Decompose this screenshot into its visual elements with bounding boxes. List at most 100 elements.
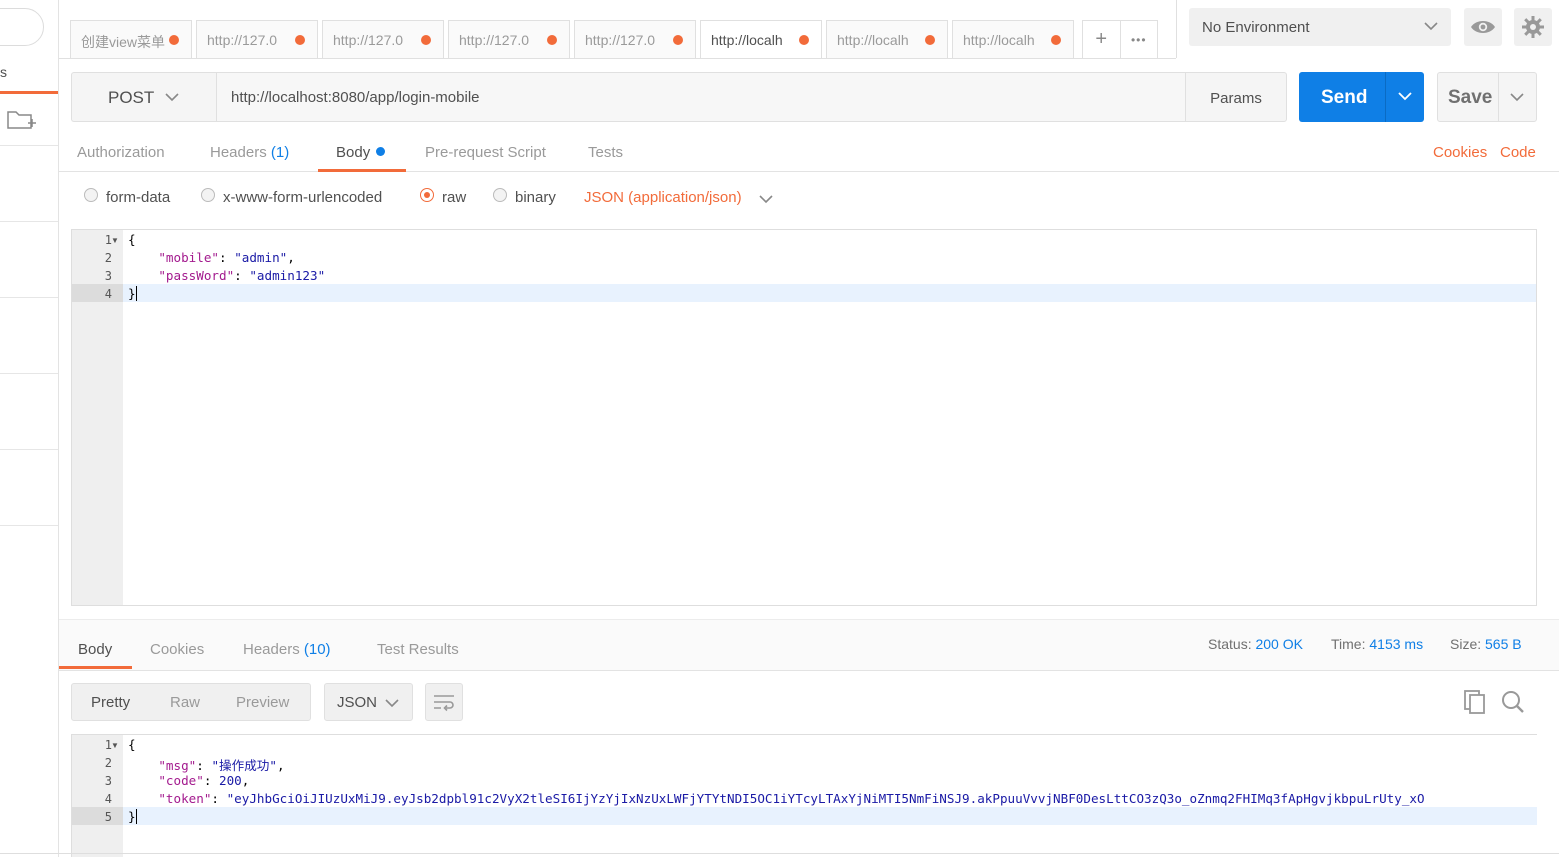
chevron-down-icon[interactable] — [758, 191, 774, 212]
radio-raw-selected[interactable] — [420, 188, 434, 202]
tabs-divider — [59, 58, 1176, 59]
line-number: 1 — [104, 233, 112, 247]
response-format-label: JSON — [337, 694, 378, 711]
tab-label: http://127.0 — [333, 32, 404, 48]
radio-label: binary — [515, 189, 556, 206]
new-tab-plus-icon[interactable]: + — [1083, 21, 1121, 58]
tab-headers-label: Headers — [210, 144, 267, 161]
text-cursor — [135, 809, 137, 824]
request-tab[interactable]: http://127.0 — [322, 20, 444, 58]
tab-label: http://localh — [711, 32, 783, 48]
json-string: "eyJhbGciOiJIUzUxMiJ9.eyJsb2dpbl91c2VyX2… — [226, 791, 1425, 806]
response-tab-headers[interactable]: Headers (10) — [243, 641, 331, 658]
fold-arrow-icon[interactable]: ▼ — [111, 236, 119, 245]
request-body-editor[interactable]: 1 ▼ 2 3 4 { "mobile": "admin", "passWord… — [71, 229, 1537, 606]
fold-arrow-icon[interactable]: ▼ — [111, 741, 119, 750]
status-value[interactable]: 200 OK — [1255, 636, 1302, 652]
cookies-link[interactable]: Cookies — [1433, 144, 1487, 161]
code-line: { — [128, 737, 136, 752]
sidebar-tab-label[interactable]: s — [0, 64, 7, 80]
tab-label: http://localh — [963, 32, 1035, 48]
request-tab[interactable]: http://localh — [826, 20, 948, 58]
send-button[interactable]: Send — [1299, 72, 1424, 122]
radio-binary[interactable] — [493, 188, 507, 202]
save-options-chevron-down-icon[interactable] — [1509, 89, 1525, 111]
radio-urlencoded[interactable] — [201, 188, 215, 202]
tab-headers[interactable]: Headers (1) — [210, 144, 289, 161]
line-number: 4 — [104, 792, 112, 806]
request-tab[interactable]: http://127.0 — [448, 20, 570, 58]
response-tab-test-results[interactable]: Test Results — [377, 641, 459, 658]
send-options-chevron-down-icon[interactable] — [1397, 88, 1413, 110]
code-line: "code": 200, — [158, 773, 250, 788]
new-collection-icon[interactable] — [4, 106, 38, 134]
wrap-lines-icon[interactable] — [425, 683, 463, 721]
request-tab[interactable]: http://localh — [952, 20, 1074, 58]
http-method-select[interactable]: POST — [71, 72, 217, 122]
response-tab-cookies[interactable]: Cookies — [150, 641, 204, 658]
view-raw-button[interactable]: Raw — [170, 694, 200, 711]
tab-prerequest-script[interactable]: Pre-request Script — [425, 144, 546, 161]
view-preview-button[interactable]: Preview — [236, 694, 289, 711]
response-view-mode-group: Pretty Raw Preview — [71, 683, 311, 721]
code-link[interactable]: Code — [1500, 144, 1536, 161]
time-readout: Time: 4153 ms — [1331, 636, 1423, 652]
time-value[interactable]: 4153 ms — [1369, 636, 1423, 652]
line-number: 2 — [104, 756, 112, 770]
code-line: } — [128, 809, 137, 824]
chevron-down-icon — [164, 89, 180, 110]
unsaved-dot-icon — [169, 35, 179, 45]
sidebar-divider — [0, 145, 58, 146]
request-tab[interactable]: http://127.0 — [574, 20, 696, 58]
code-line: "passWord": "admin123" — [158, 268, 326, 283]
request-tab[interactable]: 创建view菜单 — [70, 20, 192, 58]
content-type-select[interactable]: JSON (application/json) — [584, 189, 742, 206]
headers-count: (1) — [270, 144, 290, 161]
manage-environments-gear-icon[interactable] — [1514, 8, 1552, 46]
tab-tests[interactable]: Tests — [588, 144, 623, 161]
send-split-divider — [1385, 72, 1386, 122]
code-line: "msg": "操作成功", — [158, 758, 285, 773]
radio-label: x-www-form-urlencoded — [223, 189, 383, 206]
tab-body[interactable]: Body — [336, 144, 386, 161]
sidebar-divider — [0, 525, 58, 526]
sidebar-search-input[interactable] — [0, 8, 44, 46]
response-tab-body[interactable]: Body — [78, 641, 112, 658]
body-modified-dot-icon — [376, 147, 386, 156]
tab-label: http://localh — [837, 32, 909, 48]
size-readout: Size: 565 B — [1450, 636, 1522, 652]
request-url-input[interactable]: http://localhost:8080/app/login-mobile — [216, 72, 1186, 122]
request-tab[interactable]: http://127.0 — [196, 20, 318, 58]
request-tab-active[interactable]: http://localh — [700, 20, 822, 59]
save-button[interactable]: Save — [1437, 72, 1537, 122]
params-button[interactable]: Params — [1185, 72, 1287, 122]
size-value[interactable]: 565 B — [1485, 636, 1522, 652]
tab-body-label: Body — [336, 144, 371, 161]
more-tabs-ellipsis-icon[interactable]: ••• — [1121, 21, 1158, 58]
active-response-tab-underline — [59, 666, 132, 669]
line-number: 2 — [104, 251, 112, 265]
view-pretty-button[interactable]: Pretty — [91, 694, 130, 711]
radio-form-data[interactable] — [84, 188, 98, 202]
save-label: Save — [1448, 87, 1493, 108]
response-format-select[interactable]: JSON — [324, 683, 413, 721]
save-split-divider — [1498, 73, 1499, 121]
active-tab-underline — [318, 169, 406, 172]
sidebar-divider — [0, 373, 58, 374]
unsaved-dot-icon — [547, 35, 557, 45]
environment-quick-look-eye-icon[interactable] — [1464, 8, 1502, 46]
status-label: Status: — [1208, 636, 1252, 652]
environment-select[interactable]: No Environment — [1189, 8, 1451, 46]
response-body-viewer[interactable]: 1 ▼ 2 3 4 5 { "msg": "操作成功", "code": 200… — [71, 734, 1537, 857]
copy-icon[interactable] — [1463, 689, 1487, 720]
json-brace: } — [128, 286, 136, 301]
json-string: "admin" — [234, 250, 288, 265]
search-icon[interactable] — [1500, 689, 1526, 720]
sidebar-tab-underline — [0, 91, 58, 94]
sidebar-divider — [0, 449, 58, 450]
tab-authorization[interactable]: Authorization — [77, 144, 165, 161]
window-bottom-border — [0, 853, 1559, 854]
active-line-highlight — [123, 807, 1537, 825]
time-label: Time: — [1331, 636, 1366, 652]
postman-window: { "sidebar": { "tab_label": "s" }, "tabs… — [0, 0, 1559, 857]
